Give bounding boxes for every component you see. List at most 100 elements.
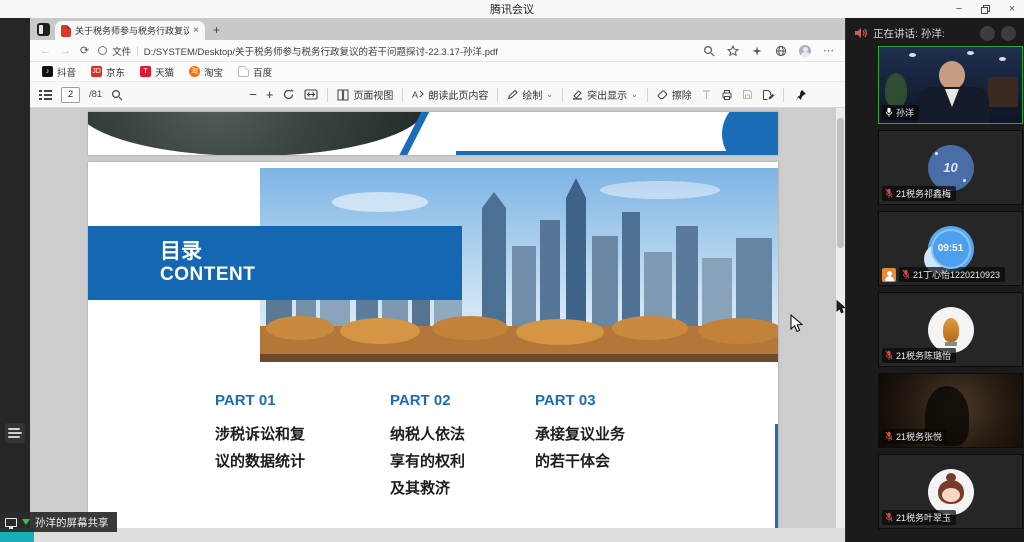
- douyin-icon: ♪: [42, 66, 53, 77]
- sidebar-buttons: [980, 26, 1016, 41]
- page1-blue-circle: [722, 112, 778, 155]
- save-as-icon[interactable]: [762, 89, 774, 101]
- pdf-search-icon[interactable]: [111, 89, 123, 101]
- collections-icon[interactable]: [751, 45, 763, 57]
- toc-icon[interactable]: [39, 89, 52, 101]
- profile-avatar-icon[interactable]: [799, 45, 811, 57]
- zoom-in-button[interactable]: +: [266, 87, 274, 102]
- taobao-icon: 淘: [189, 66, 200, 77]
- draw-button[interactable]: 绘制 ⌄: [507, 87, 553, 102]
- erase-icon: [657, 89, 668, 100]
- speaking-status: 正在讲话: 孙洋:: [873, 26, 945, 41]
- participant-name-pill: 21丁心怡1220210923: [899, 267, 1005, 282]
- bookmark-douyin[interactable]: ♪抖音: [42, 65, 76, 79]
- slide-accent-line: [775, 424, 778, 528]
- participant-tile[interactable]: 21税务叶翠玉: [878, 454, 1023, 529]
- slide-title-box: 目录 CONTENT: [88, 226, 462, 300]
- mic-muted-icon: [885, 431, 893, 442]
- pdf-file-icon: [61, 25, 71, 37]
- refresh-button[interactable]: ⟳: [80, 44, 89, 57]
- tmall-icon: T: [140, 66, 151, 77]
- highlight-button[interactable]: 突出显示 ⌄: [572, 87, 638, 102]
- scrollbar-thumb[interactable]: [837, 118, 844, 248]
- search-icon[interactable]: [703, 45, 715, 57]
- slide-part-3: PART 03 承接复议业务 的若干体会: [535, 392, 695, 475]
- file-scheme-icon: [98, 46, 107, 55]
- meeting-sidebar: 正在讲话: 孙洋: 孙洋: [845, 18, 1024, 542]
- print-icon[interactable]: [721, 89, 733, 101]
- page-number-input[interactable]: 2: [61, 87, 80, 103]
- url-field[interactable]: 文件 | D:/SYSTEM/Desktop/关于税务师参与税务行政复议的若干问…: [98, 44, 694, 58]
- sidebar-control-button[interactable]: [1001, 26, 1016, 41]
- read-aloud-icon: A: [412, 89, 424, 100]
- fit-width-icon[interactable]: [304, 89, 318, 100]
- jd-icon: JD: [91, 66, 102, 77]
- participant-tile-sunyang[interactable]: 孙洋: [878, 46, 1023, 124]
- taskbar-strip: [0, 528, 845, 542]
- participant-tile[interactable]: 10 21税务祁鑫梅: [878, 130, 1023, 205]
- favorites-star-icon[interactable]: [727, 45, 739, 57]
- tencent-meeting-window: 腾讯会议 − × 关于税务师参与税务行政复议… × + ←: [0, 0, 1024, 542]
- save-icon: [742, 89, 753, 100]
- back-button[interactable]: ←: [40, 45, 51, 57]
- clock-avatar: 09:51: [928, 226, 974, 272]
- participant-name-pill: 21税务张悦: [882, 429, 947, 444]
- pdf-page-1-bottom: [88, 112, 778, 155]
- bookmark-taobao[interactable]: 淘淘宝: [189, 65, 223, 79]
- url-scheme: 文件: [112, 44, 131, 58]
- page1-photo-arc: [88, 112, 426, 155]
- sidebar-control-button[interactable]: [980, 26, 995, 41]
- browser-tabbar: 关于税务师参与税务行政复议… × +: [30, 18, 845, 40]
- bookmark-jd[interactable]: JD京东: [91, 65, 125, 79]
- share-banner-label: 孙洋的屏幕共享: [35, 515, 109, 530]
- pdf-content-area[interactable]: 目录 CONTENT PART 01 涉税诉讼和复 议的数据统计 PART 02: [30, 108, 845, 528]
- url-divider: |: [136, 45, 138, 56]
- active-tab[interactable]: 关于税务师参与税务行政复议… ×: [55, 21, 205, 40]
- participant-tile[interactable]: 09:51 21丁心怡1220210923: [878, 211, 1023, 286]
- tab-close-icon[interactable]: ×: [193, 25, 199, 36]
- page-total: /81: [89, 89, 102, 100]
- slide-title-en: CONTENT: [160, 264, 462, 286]
- participant-name-pill: 21税务陈璐怡: [882, 348, 956, 363]
- erase-button[interactable]: 擦除: [657, 87, 692, 102]
- page-view-icon: [337, 89, 349, 101]
- rotate-icon[interactable]: [282, 88, 295, 101]
- bookmark-baidu[interactable]: 百度: [238, 65, 272, 79]
- forward-button[interactable]: →: [60, 45, 71, 57]
- read-aloud-button[interactable]: A 朗读此页内容: [412, 87, 488, 102]
- restore-button[interactable]: [981, 5, 990, 14]
- url-path: D:/SYSTEM/Desktop/关于税务师参与税务行政复议的若干问题探讨-2…: [144, 44, 498, 58]
- page-view-button[interactable]: 页面视图: [337, 87, 393, 102]
- shared-screen-area: 关于税务师参与税务行政复议… × + ← → ⟳ 文件 | D:/SYSTEM/…: [0, 18, 845, 542]
- new-tab-button[interactable]: +: [213, 23, 220, 37]
- pdf-scrollbar[interactable]: [836, 108, 845, 528]
- speaking-indicator-icon: [854, 27, 867, 39]
- svg-text:A: A: [412, 90, 418, 100]
- screen-share-banner: 孙洋的屏幕共享: [0, 512, 117, 532]
- mouse-cursor: [790, 314, 803, 333]
- browser-menu-icon[interactable]: ⋯: [823, 44, 835, 57]
- close-button[interactable]: ×: [1006, 3, 1018, 15]
- participant-tile[interactable]: 21税务陈璐怡: [878, 292, 1023, 367]
- minimize-button[interactable]: −: [953, 3, 965, 15]
- mic-on-icon: [885, 107, 893, 118]
- browser-essentials-icon[interactable]: [775, 45, 787, 57]
- browser-addressbar: ← → ⟳ 文件 | D:/SYSTEM/Desktop/关于税务师参与税务行政…: [30, 40, 845, 62]
- list-handle-icon[interactable]: [5, 423, 25, 443]
- participant-name-pill: 孙洋: [882, 105, 919, 120]
- pin-toolbar-icon[interactable]: [795, 89, 807, 101]
- participant-tile[interactable]: 21税务张悦: [878, 373, 1023, 448]
- tab-actions-menu-icon[interactable]: [37, 23, 50, 36]
- mic-muted-icon: [902, 269, 910, 280]
- bookmark-tmall[interactable]: T天猫: [140, 65, 174, 79]
- meeting-titlebar: 腾讯会议 − ×: [0, 0, 1024, 18]
- slide-part-1: PART 01 涉税诉讼和复 议的数据统计: [215, 392, 375, 475]
- highlight-caret-icon[interactable]: ⌄: [631, 90, 638, 99]
- draw-caret-icon[interactable]: ⌄: [546, 90, 553, 99]
- mic-muted-icon: [885, 350, 893, 361]
- slide-title-cn: 目录: [160, 240, 462, 264]
- mic-muted-icon: [885, 188, 893, 199]
- zoom-out-button[interactable]: −: [249, 87, 257, 102]
- addressbar-icons: ⋯: [703, 44, 835, 57]
- add-text-icon: [701, 89, 712, 100]
